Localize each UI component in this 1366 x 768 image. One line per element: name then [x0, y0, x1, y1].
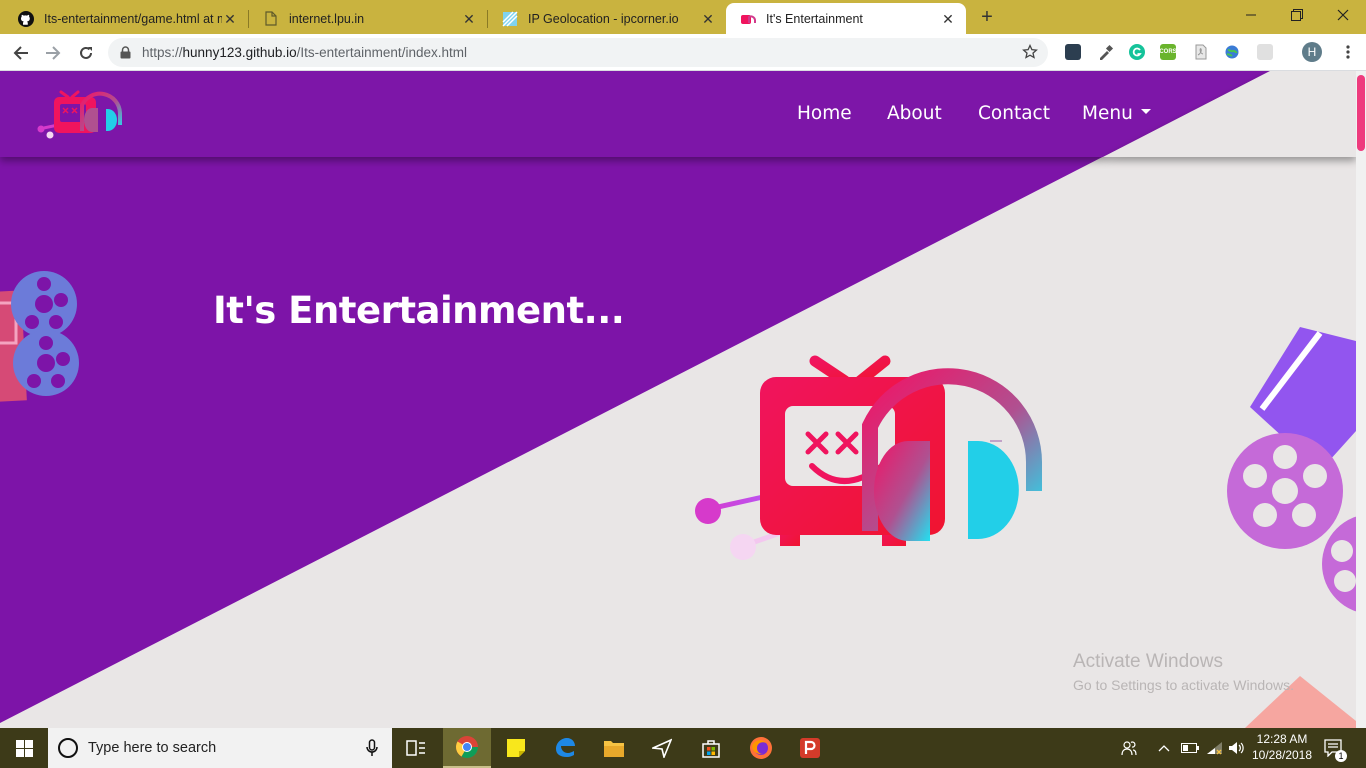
chevron-up-icon[interactable] [1156, 728, 1172, 768]
url-text: https://hunny123.github.io/Its-entertain… [142, 45, 467, 60]
ipcorner-icon [502, 10, 518, 27]
send-arrow-icon[interactable] [638, 728, 686, 768]
bookmark-star-icon[interactable] [1022, 43, 1038, 60]
github-icon [18, 10, 34, 27]
tab-ip-geolocation[interactable]: IP Geolocation - ipcorner.io ✕ [488, 3, 726, 34]
url-scheme: https:// [142, 45, 183, 60]
battery-icon[interactable] [1180, 728, 1200, 768]
lock-icon [120, 46, 132, 60]
hero-background [0, 71, 1356, 728]
close-icon[interactable]: ✕ [222, 11, 238, 27]
hero-title: It's Entertainment... [213, 289, 625, 332]
tab-title: Its-entertainment/game.html at m [44, 11, 222, 26]
page-scrollbar[interactable] [1356, 71, 1366, 728]
extension-dark-icon[interactable] [1065, 44, 1081, 60]
reload-button[interactable] [73, 40, 99, 66]
notification-center-icon[interactable]: 1 [1322, 728, 1347, 768]
grammarly-icon[interactable] [1129, 44, 1145, 60]
page-viewport: Home About Contact Menu It's Entertainme… [0, 71, 1356, 728]
tab-title: internet.lpu.in [289, 11, 365, 26]
tab-title: IP Geolocation - ipcorner.io [528, 11, 679, 26]
extension-grey-icon[interactable] [1257, 44, 1273, 60]
new-tab-button[interactable]: + [976, 6, 998, 28]
tab-title: It's Entertainment [766, 11, 863, 26]
minimize-button[interactable] [1228, 0, 1274, 30]
edge-icon[interactable] [541, 728, 589, 768]
watermark-line2: Go to Settings to activate Windows. [1073, 677, 1294, 693]
nav-menu-dropdown[interactable]: Menu [1082, 103, 1151, 124]
notification-badge: 1 [1335, 750, 1347, 762]
close-icon[interactable]: ✕ [461, 11, 477, 27]
watermark-line1: Activate Windows [1073, 651, 1223, 672]
nav-about-link[interactable]: About [887, 103, 942, 124]
windows-taskbar: Type here to search 12:28 AM 10/28/2018 … [0, 728, 1366, 768]
activate-windows-watermark: Activate Windows Go to Settings to activ… [1073, 651, 1294, 693]
system-clock[interactable]: 12:28 AM 10/28/2018 [1240, 731, 1324, 763]
site-logo[interactable] [36, 87, 126, 142]
clock-time: 12:28 AM [1256, 732, 1308, 746]
tab-internet-lpu[interactable]: internet.lpu.in ✕ [249, 3, 487, 34]
forward-button[interactable] [40, 40, 66, 66]
tab-github[interactable]: Its-entertainment/game.html at m ✕ [4, 3, 248, 34]
url-host: hunny123.github.io [182, 45, 297, 60]
cors-extension-icon[interactable]: CORS [1159, 44, 1177, 60]
chevron-down-icon [1140, 108, 1151, 114]
browser-toolbar: https://hunny123.github.io/Its-entertain… [0, 34, 1366, 71]
nav-links: Home About Contact Menu [796, 103, 1356, 133]
close-icon[interactable]: ✕ [940, 11, 956, 27]
windows-start-button[interactable] [0, 728, 48, 768]
menu-kebab-icon[interactable] [1340, 44, 1356, 60]
wifi-icon[interactable] [1204, 728, 1224, 768]
site-navbar: Home About Contact Menu [0, 71, 1356, 157]
extension-eyedropper-icon[interactable] [1098, 44, 1114, 60]
restore-button[interactable] [1274, 0, 1320, 30]
address-bar[interactable]: https://hunny123.github.io/Its-entertain… [108, 38, 1048, 67]
back-button[interactable] [8, 40, 34, 66]
search-placeholder: Type here to search [88, 740, 217, 756]
document-icon [263, 11, 279, 27]
close-icon[interactable]: ✕ [700, 11, 716, 27]
psiphon-icon[interactable] [786, 728, 834, 768]
taskbar-search-box[interactable]: Type here to search [48, 728, 392, 768]
url-path: /Its-entertainment/index.html [296, 45, 467, 60]
file-explorer-icon[interactable] [590, 728, 638, 768]
tab-its-entertainment[interactable]: It's Entertainment ✕ [726, 3, 966, 34]
browser-tab-strip: Its-entertainment/game.html at m ✕ inter… [0, 0, 1366, 34]
task-view-icon[interactable] [392, 728, 440, 768]
cortana-icon [58, 738, 78, 758]
film-reel-right-icon [1227, 327, 1356, 612]
center-logo-graphic [695, 355, 1042, 560]
firefox-icon[interactable] [737, 728, 785, 768]
close-window-button[interactable] [1320, 0, 1366, 30]
store-icon[interactable] [687, 728, 735, 768]
microphone-icon[interactable] [366, 739, 378, 757]
sticky-notes-icon[interactable] [492, 728, 540, 768]
clock-date: 10/28/2018 [1251, 748, 1313, 762]
site-logo-icon [740, 11, 756, 27]
profile-avatar[interactable]: H [1302, 42, 1322, 62]
people-icon[interactable] [1118, 728, 1140, 768]
scrollbar-thumb[interactable] [1357, 75, 1365, 151]
nav-menu-label: Menu [1082, 103, 1133, 124]
chrome-taskbar-icon[interactable] [443, 728, 491, 768]
pdf-extension-icon[interactable] [1193, 44, 1209, 60]
nav-home-link[interactable]: Home [797, 103, 852, 124]
nav-contact-link[interactable]: Contact [978, 103, 1050, 124]
globe-extension-icon[interactable] [1224, 44, 1240, 60]
